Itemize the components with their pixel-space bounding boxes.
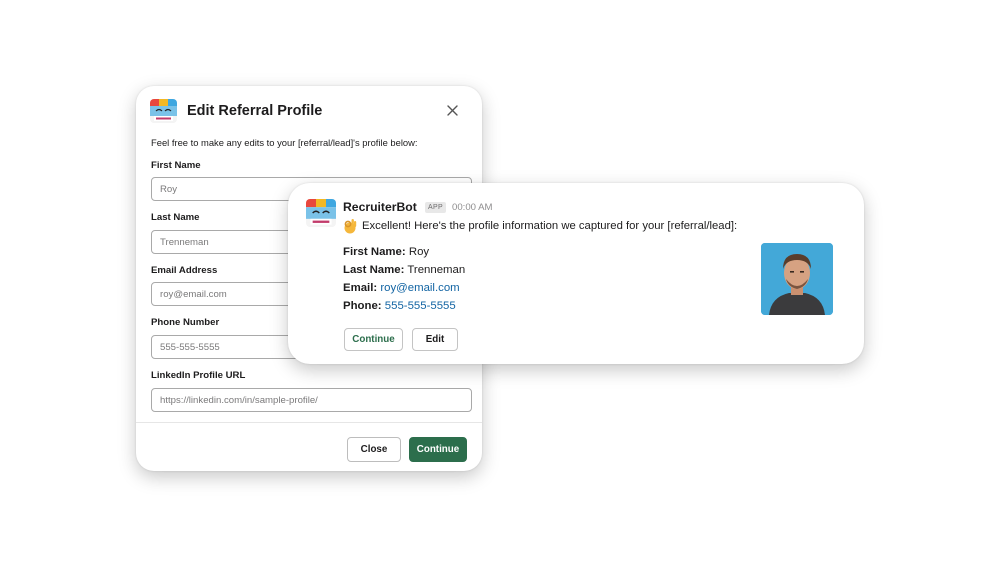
email-link[interactable]: roy@email.com <box>380 282 459 294</box>
phone-row: Phone: 555-555-5555 <box>343 300 456 312</box>
email-label: Email: <box>343 282 378 294</box>
linkedin-url-input[interactable] <box>151 388 472 412</box>
last-name-label: Last Name: <box>343 264 405 276</box>
last-name-row: Last Name: Trenneman <box>343 264 465 276</box>
message-edit-button[interactable]: Edit <box>412 328 458 351</box>
phone-link[interactable]: 555-555-5555 <box>385 300 456 312</box>
app-logo-icon <box>150 99 177 123</box>
last-name-label: Last Name <box>151 212 200 223</box>
phone-label: Phone: <box>343 300 382 312</box>
first-name-label: First Name <box>151 160 201 171</box>
phone-number-label: Phone Number <box>151 317 220 328</box>
modal-intro-text: Feel free to make any edits to your [ref… <box>151 137 418 148</box>
ok-hand-icon <box>343 218 357 234</box>
app-logo-icon <box>306 199 336 227</box>
bot-name[interactable]: RecruiterBot <box>343 200 417 214</box>
app-badge: APP <box>425 202 446 213</box>
email-row: Email: roy@email.com <box>343 282 460 294</box>
first-name-row: First Name: Roy <box>343 246 429 258</box>
footer-divider <box>136 422 482 423</box>
message-timestamp[interactable]: 00:00 AM <box>452 202 493 213</box>
modal-header: Edit Referral Profile <box>150 94 468 128</box>
close-icon[interactable] <box>440 98 464 122</box>
first-name-label: First Name: <box>343 246 406 258</box>
profile-photo <box>761 243 833 315</box>
recruiterbot-message-card: RecruiterBot APP 00:00 AM Excellent! Her… <box>288 183 864 364</box>
message-text-line: Excellent! Here's the profile informatio… <box>343 218 737 234</box>
continue-button[interactable]: Continue <box>409 437 467 462</box>
first-name-value: Roy <box>408 246 430 258</box>
email-address-label: Email Address <box>151 265 218 276</box>
close-button[interactable]: Close <box>347 437 401 462</box>
last-name-value: Trenneman <box>407 264 466 276</box>
message-continue-button[interactable]: Continue <box>344 328 403 351</box>
linkedin-url-label: LinkedIn Profile URL <box>151 370 246 381</box>
modal-title: Edit Referral Profile <box>187 103 323 119</box>
message-text: Excellent! Here's the profile informatio… <box>362 220 738 232</box>
